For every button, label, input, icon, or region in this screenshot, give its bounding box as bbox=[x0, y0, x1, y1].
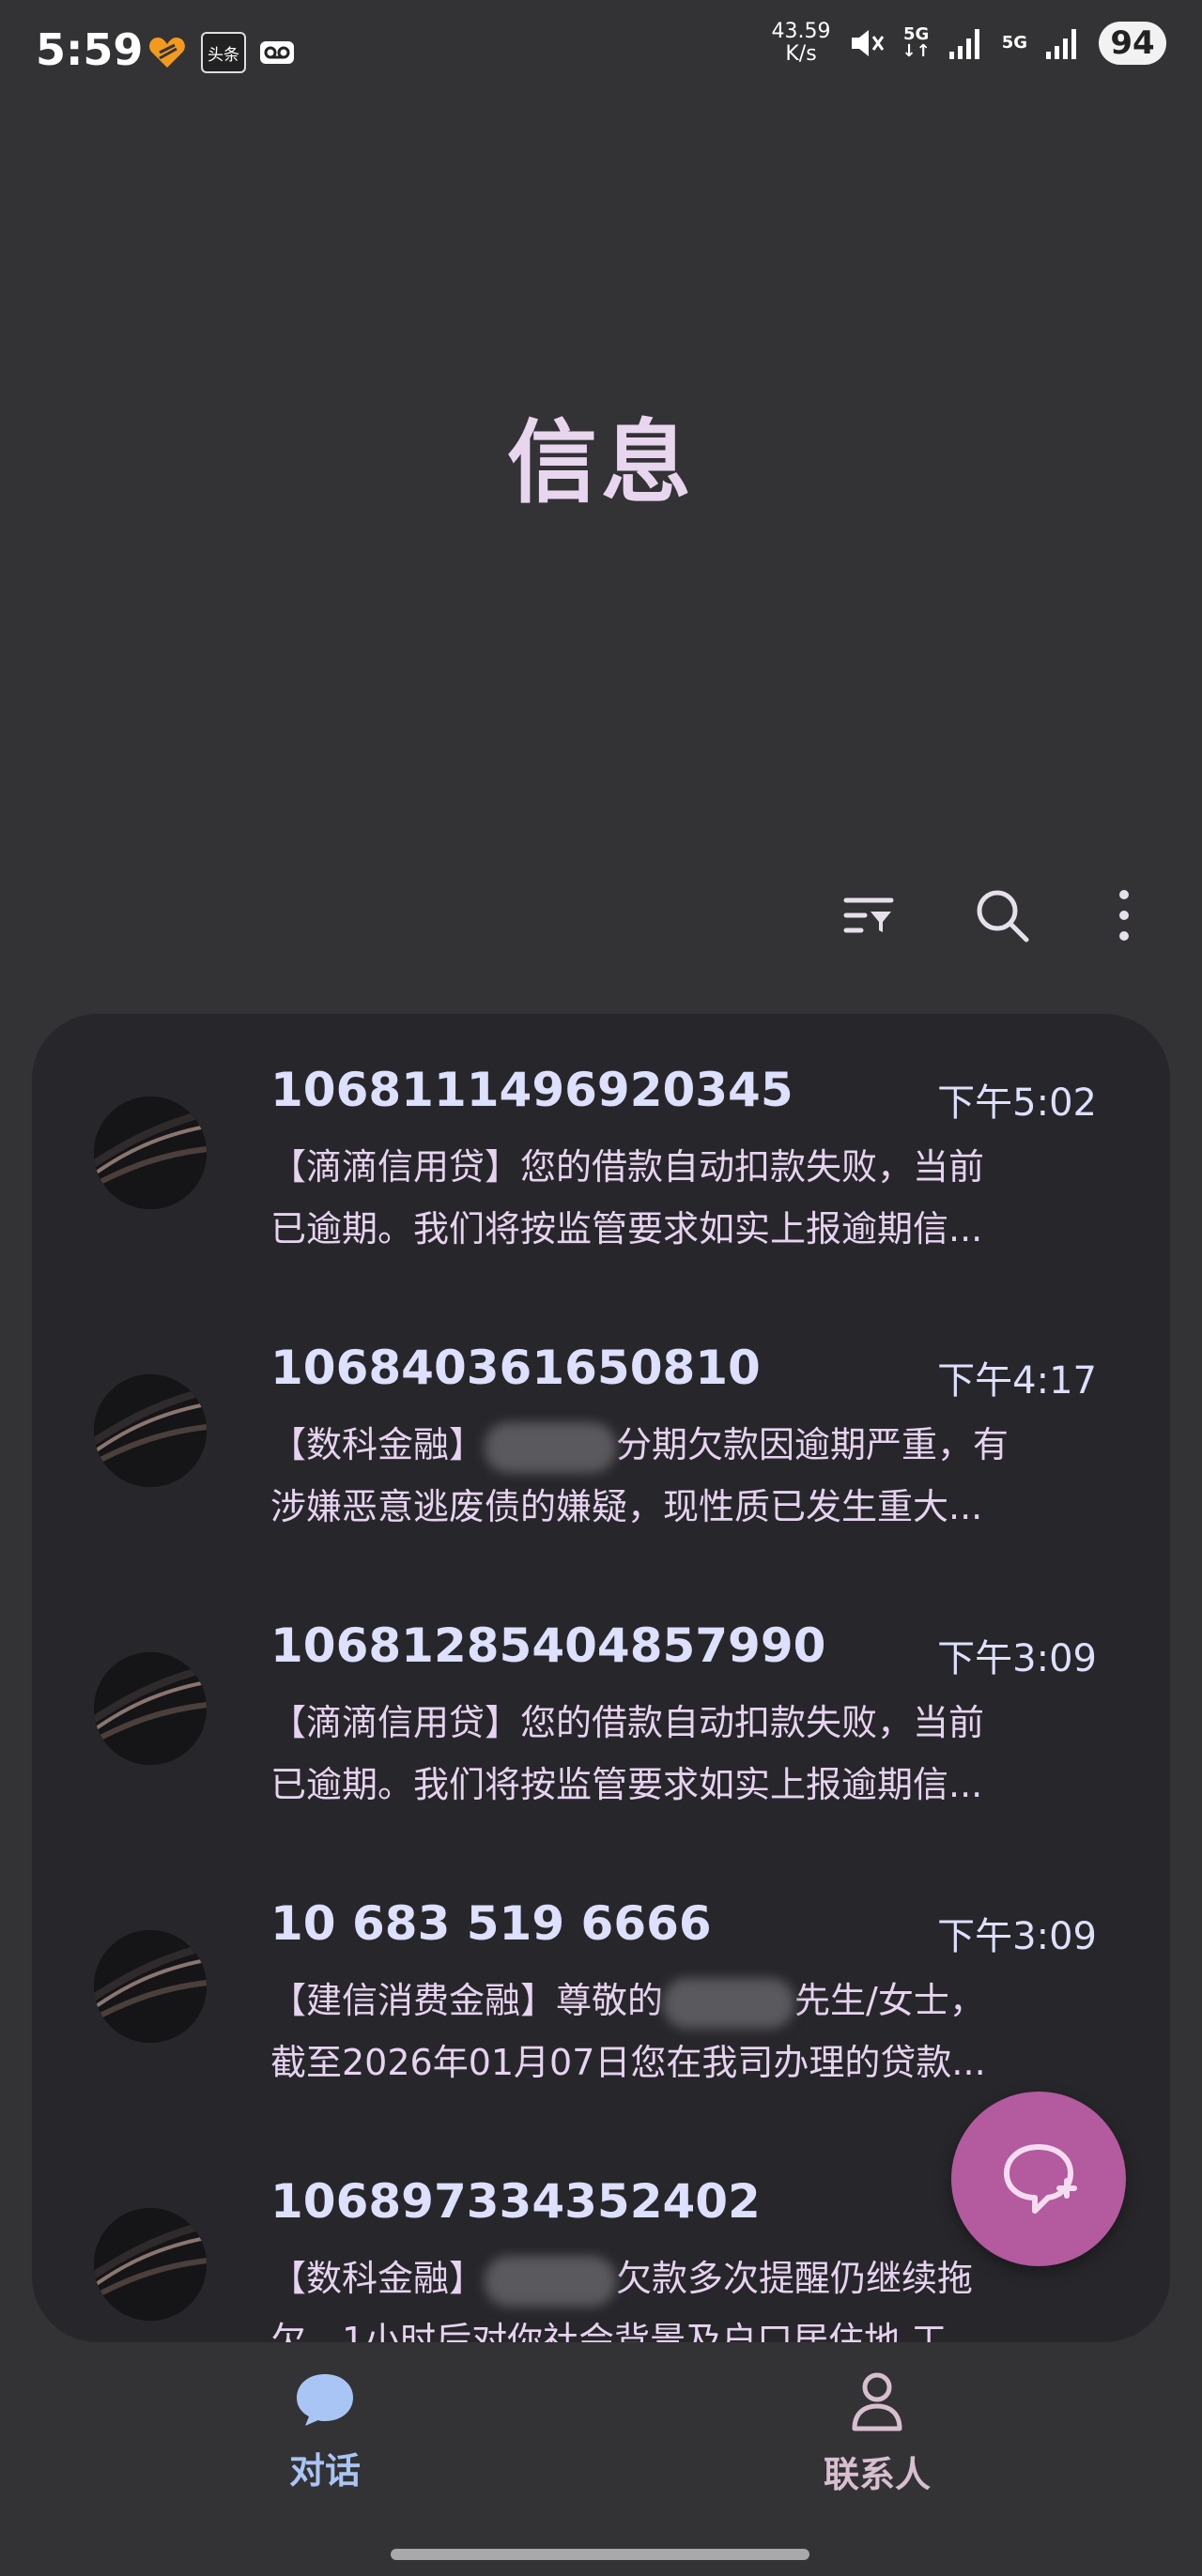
bottom-navigation: 对话 联系人 bbox=[0, 2342, 1202, 2576]
nav-conversations-label: 对话 bbox=[288, 2450, 361, 2492]
status-bar: 5:59 头条 43.59 K/s 5G ↓↑ 5G 94 bbox=[0, 0, 1202, 105]
message-time: 下午4:17 bbox=[937, 1359, 1097, 1403]
notification-icons: 头条 bbox=[146, 32, 295, 73]
sender-number: 10 683 519 6666 bbox=[270, 1896, 712, 1951]
conversation-item[interactable]: 10 683 519 6666 下午3:09 【建信消费金融】尊敬的 先生/女士，… bbox=[32, 1848, 1170, 2125]
avatar-image-icon bbox=[94, 2208, 207, 2321]
nav-contacts[interactable]: 联系人 bbox=[755, 2370, 999, 2511]
redacted-blur bbox=[485, 1421, 617, 1473]
signal-icon-2 bbox=[1046, 29, 1076, 59]
avatar bbox=[94, 1652, 207, 1765]
conversation-item[interactable]: 1068111496920345 下午5:02 【滴滴信用贷】您的借款自动扣款失… bbox=[32, 1014, 1170, 1292]
more-options-button[interactable] bbox=[1082, 873, 1166, 958]
nav-contacts-label: 联系人 bbox=[823, 2454, 931, 2495]
avatar bbox=[94, 1374, 207, 1487]
toolbar bbox=[826, 873, 1202, 958]
network-speed: 43.59 K/s bbox=[771, 20, 831, 66]
toutiao-icon: 头条 bbox=[201, 32, 246, 73]
avatar-image-icon bbox=[94, 1096, 207, 1209]
search-icon bbox=[977, 890, 1029, 943]
avatar-image-icon bbox=[94, 1930, 207, 2043]
message-preview: 【滴滴信用贷】您的借款自动扣款失败，当前 已逾期。我们将按监管要求如实上报逾期信… bbox=[270, 1702, 985, 1805]
message-time: 下午5:02 bbox=[937, 1081, 1097, 1125]
message-preview: 【滴滴信用贷】您的借款自动扣款失败，当前 已逾期。我们将按监管要求如实上报逾期信… bbox=[270, 1146, 985, 1250]
chat-bubble-icon bbox=[297, 2374, 353, 2426]
avatar-image-icon bbox=[94, 1652, 207, 1765]
network-type-1: 5G ↓↑ bbox=[902, 24, 931, 61]
sender-number: 1068111496920345 bbox=[270, 1063, 794, 1117]
sender-number: 106840361650810 bbox=[270, 1341, 761, 1395]
mute-icon bbox=[851, 30, 884, 56]
status-time: 5:59 bbox=[36, 24, 144, 75]
network-type-2: 5G bbox=[1001, 33, 1027, 53]
filter-list-icon bbox=[843, 897, 894, 933]
page-title: 信息 bbox=[507, 410, 695, 515]
conversation-item[interactable]: 106840361650810 下午4:17 【数科金融】 分期欠款因逾期严重，有… bbox=[32, 1292, 1170, 1570]
voicemail-icon bbox=[260, 41, 294, 64]
conversation-item[interactable]: 10681285404857990 下午3:09 【滴滴信用贷】您的借款自动扣款… bbox=[32, 1570, 1170, 1848]
message-preview: 【建信消费金融】尊敬的 先生/女士， 截至2026年01月07日您在我司办理的贷款… bbox=[270, 1970, 1078, 2093]
battery-indicator: 94 bbox=[1099, 22, 1166, 65]
home-indicator[interactable] bbox=[391, 2549, 809, 2560]
avatar bbox=[94, 1096, 207, 1209]
more-vertical-icon bbox=[1119, 890, 1129, 941]
redacted-blur bbox=[485, 2255, 617, 2307]
avatar bbox=[94, 2208, 207, 2321]
message-preview: 【数科金融】 欠款多次提醒仍继续拖 欠，1小时后对你社会背景及户口居住地,工... bbox=[270, 2247, 1078, 2342]
sender-number: 10681285404857990 bbox=[270, 1618, 826, 1673]
app-notification-icon bbox=[149, 38, 185, 68]
new-conversation-button[interactable] bbox=[951, 2092, 1126, 2266]
message-time: 下午3:09 bbox=[937, 1915, 1097, 1958]
message-preview: 【数科金融】 分期欠款因逾期严重，有 涉嫌恶意逃废债的嫌疑，现性质已发生重大... bbox=[270, 1414, 1078, 1538]
search-button[interactable] bbox=[960, 873, 1044, 958]
avatar-image-icon bbox=[94, 1374, 207, 1487]
sender-number: 106897334352402 bbox=[270, 2174, 761, 2229]
redacted-blur bbox=[663, 1977, 795, 2029]
person-icon bbox=[852, 2372, 902, 2431]
avatar bbox=[94, 1930, 207, 2043]
status-right: 43.59 K/s 5G ↓↑ 5G 94 bbox=[772, 21, 1166, 66]
new-chat-icon bbox=[1004, 2144, 1077, 2214]
message-time: 下午3:09 bbox=[937, 1637, 1097, 1680]
filter-button-wrap[interactable] bbox=[826, 873, 911, 958]
signal-icon bbox=[948, 29, 979, 59]
nav-conversations[interactable]: 对话 bbox=[203, 2370, 447, 2511]
